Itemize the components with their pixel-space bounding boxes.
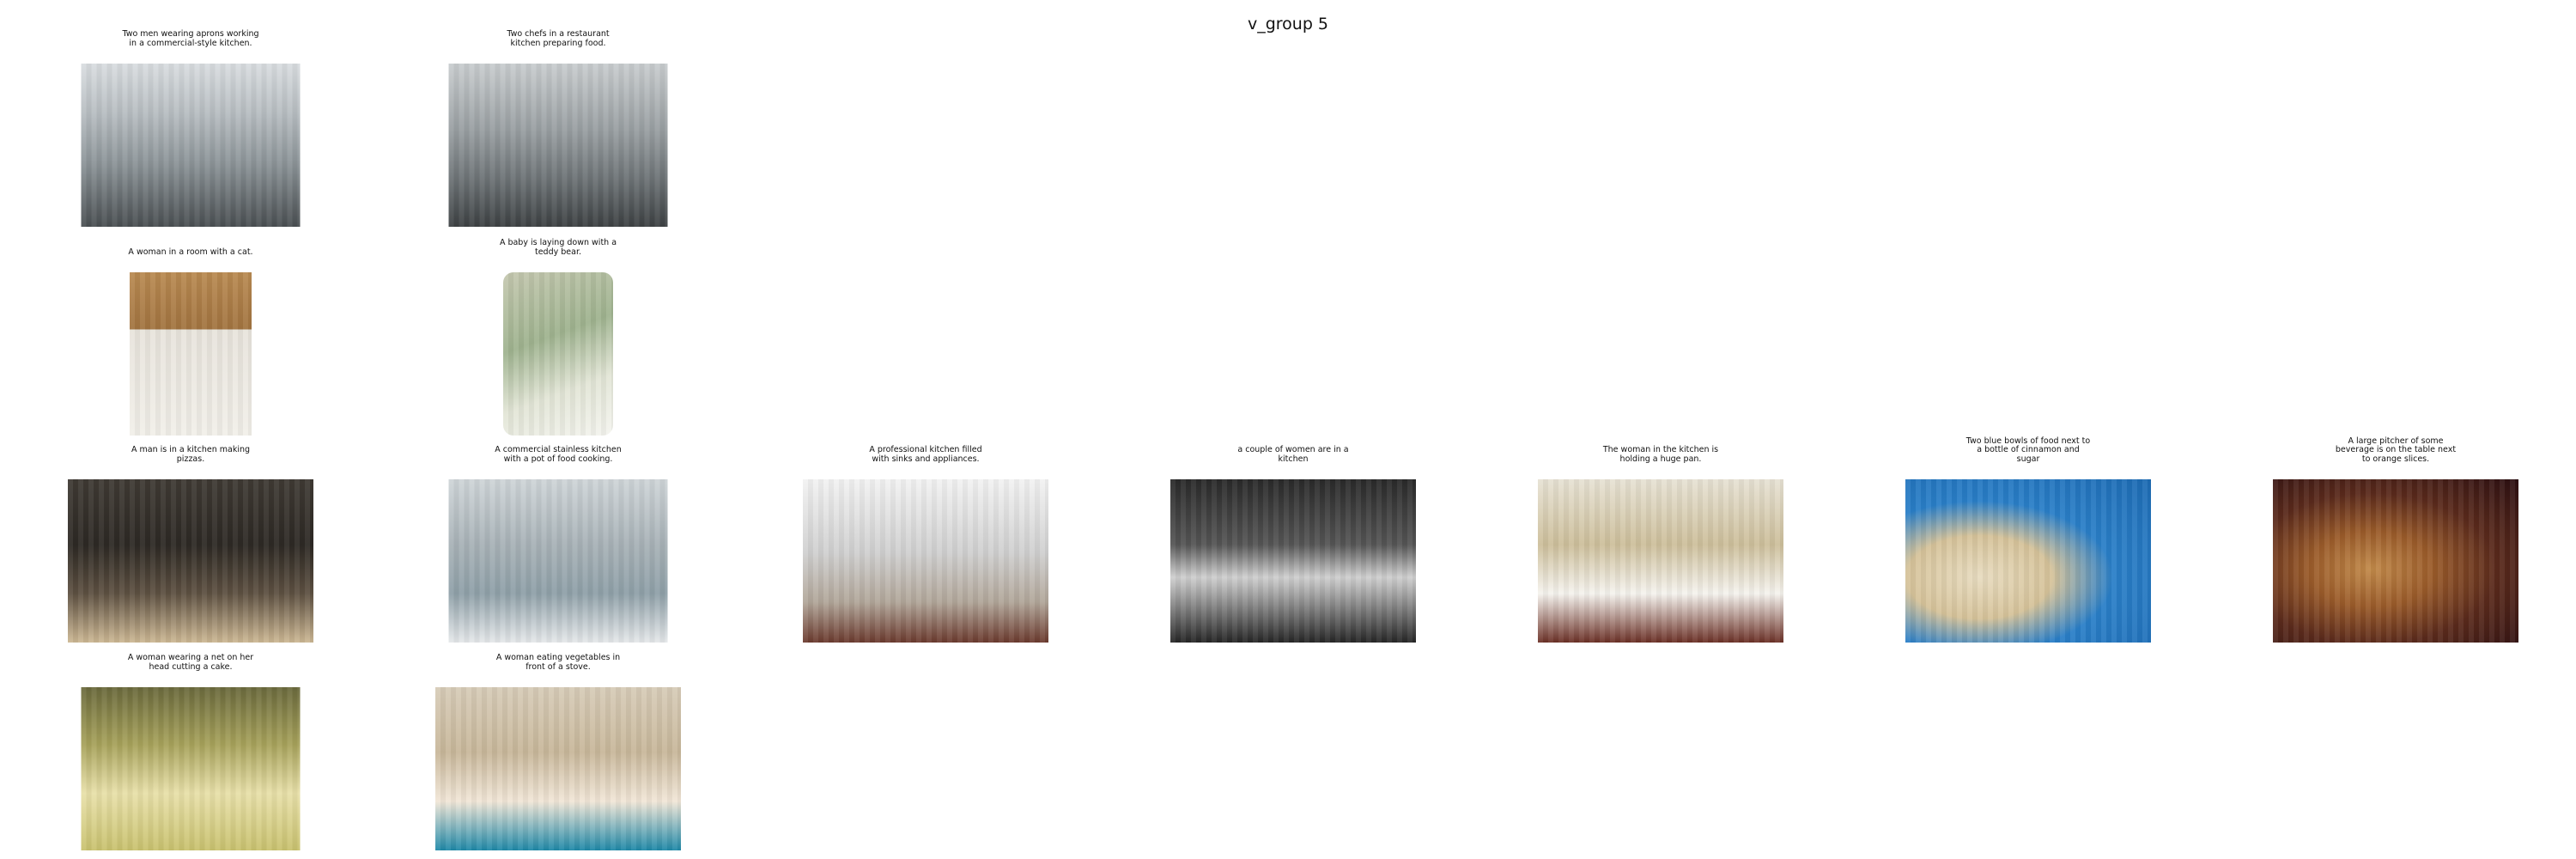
photo-cell: Two chefs in a restaurant kitchen prepar…	[378, 24, 738, 227]
photo-image	[448, 64, 668, 227]
photo-image	[81, 687, 301, 850]
photo-caption: A baby is laying down with a teddy bear.	[499, 238, 617, 257]
photo-image	[503, 272, 613, 436]
photo-caption: A woman wearing a net on her head cuttin…	[127, 653, 254, 672]
photo-caption: A woman in a room with a cat.	[128, 247, 253, 257]
photo-image	[68, 479, 313, 643]
photo-caption: A professional kitchen filled with sinks…	[869, 445, 982, 464]
photo-cell: A baby is laying down with a teddy bear.	[378, 233, 738, 436]
photo-image	[1170, 479, 1416, 643]
photo-caption: Two chefs in a restaurant kitchen prepar…	[507, 29, 610, 48]
photo-cell: A woman wearing a net on her head cuttin…	[10, 648, 371, 850]
photo-caption: a couple of women are in a kitchen	[1237, 445, 1349, 464]
photo-caption: A man is in a kitchen making pizzas.	[131, 445, 251, 464]
photo-cell: A commercial stainless kitchen with a po…	[378, 440, 738, 643]
photo-image	[1905, 479, 2151, 643]
photo-cell: A large pitcher of some beverage is on t…	[2215, 436, 2576, 643]
photo-caption: A commercial stainless kitchen with a po…	[495, 445, 622, 464]
photo-image	[1538, 479, 1783, 643]
photo-cell: Two men wearing aprons working in a comm…	[10, 24, 371, 227]
photo-cell: a couple of women are in a kitchen	[1113, 440, 1473, 643]
photo-cell: A man is in a kitchen making pizzas.	[10, 440, 371, 643]
photo-cell: A woman eating vegetables in front of a …	[378, 648, 738, 850]
photo-caption: Two men wearing aprons working in a comm…	[122, 29, 259, 48]
photo-image	[2273, 479, 2518, 643]
photo-image	[435, 687, 681, 850]
photo-image	[81, 64, 301, 227]
photo-cell: A woman in a room with a cat.	[10, 233, 371, 436]
photo-caption: A woman eating vegetables in front of a …	[495, 653, 621, 672]
photo-cell: Two blue bowls of food next to a bottle …	[1848, 436, 2208, 643]
photo-caption: Two blue bowls of food next to a bottle …	[1965, 436, 2091, 464]
photo-image	[448, 479, 668, 643]
photo-caption: A large pitcher of some beverage is on t…	[2335, 436, 2457, 464]
photo-cell: The woman in the kitchen is holding a hu…	[1480, 440, 1841, 643]
photo-image	[803, 479, 1048, 643]
photo-cell: A professional kitchen filled with sinks…	[745, 440, 1106, 643]
photo-caption: The woman in the kitchen is holding a hu…	[1602, 445, 1719, 464]
photo-image	[130, 272, 252, 436]
